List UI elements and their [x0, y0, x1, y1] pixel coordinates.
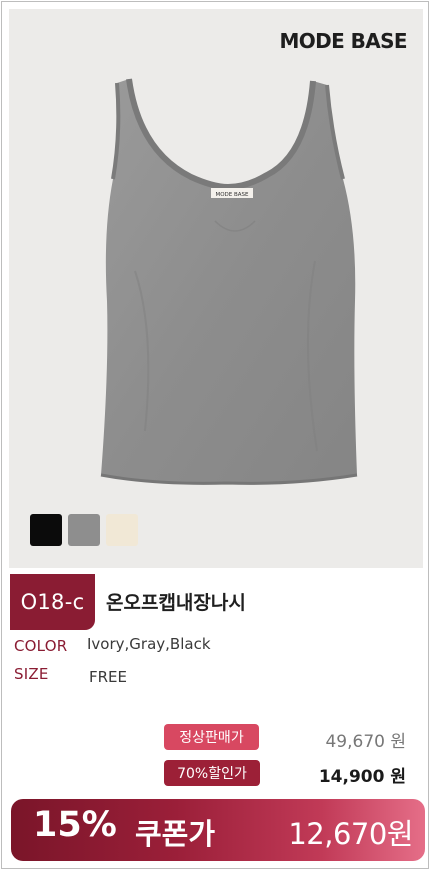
color-swatches	[30, 514, 138, 546]
product-image-area[interactable]: MODE BASE MODE BASE	[9, 9, 423, 568]
colors-value: Ivory,Gray,Black	[87, 635, 211, 653]
regular-price: 49,670 원	[325, 732, 406, 752]
product-code-badge: O18-c	[10, 574, 95, 630]
discount-price: 14,900 원	[318, 767, 406, 787]
discount-price-tag: 70%할인가	[164, 760, 260, 786]
coupon-price-bar[interactable]: 15% 쿠폰가 12,670원	[11, 799, 425, 861]
product-card[interactable]: MODE BASE MODE BASE O18-c 온오프캡내장나시 COLOR…	[1, 1, 429, 869]
swatch-gray[interactable]	[68, 514, 100, 546]
garment-label: MODE BASE	[215, 192, 249, 198]
tank-top-image: MODE BASE	[100, 78, 358, 485]
size-value: FREE	[89, 668, 128, 686]
coupon-price: 12,670원	[288, 817, 413, 851]
product-name[interactable]: 온오프캡내장나시	[106, 588, 246, 615]
color-label: COLOR	[14, 637, 68, 655]
swatch-black[interactable]	[30, 514, 62, 546]
regular-price-tag: 정상판매가	[164, 724, 259, 750]
brand-logo: MODE BASE	[279, 29, 407, 53]
swatch-ivory[interactable]	[106, 514, 138, 546]
coupon-label: 쿠폰가	[135, 817, 216, 851]
size-label: SIZE	[14, 665, 49, 683]
coupon-percent: 15%	[33, 805, 117, 845]
